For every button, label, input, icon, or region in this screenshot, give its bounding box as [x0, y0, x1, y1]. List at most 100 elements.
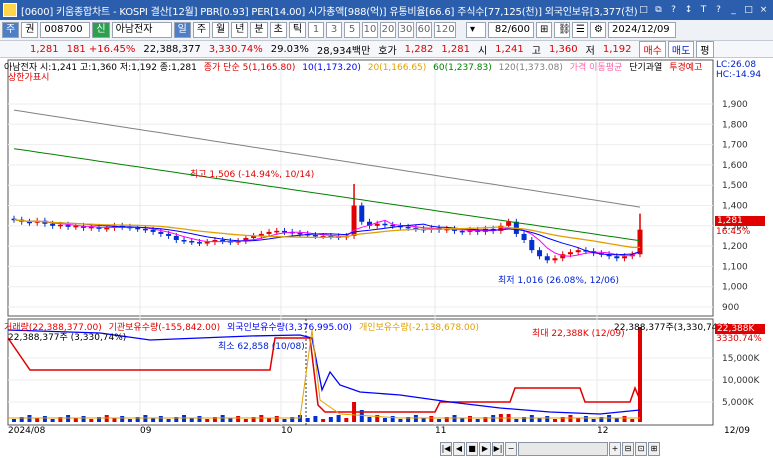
window-buttons: □ ⧉ ? ↕ T ? _ □ × — [637, 4, 770, 17]
candle-body — [622, 256, 628, 259]
code-input[interactable]: 008700 — [40, 22, 91, 38]
dropdown-icon[interactable]: ▾ — [466, 22, 487, 38]
prev-icon[interactable]: ◀ — [453, 442, 465, 456]
volume-bar — [197, 416, 202, 422]
minute-20[interactable]: 20 — [380, 22, 397, 38]
low-label: 저 — [585, 45, 595, 57]
candle-body — [135, 227, 141, 230]
minute-10[interactable]: 10 — [362, 22, 379, 38]
tab-second[interactable]: 초 — [269, 22, 287, 38]
candle-body — [312, 234, 318, 237]
restore-icon[interactable]: □ — [637, 4, 650, 17]
high-label: 고 — [531, 45, 541, 57]
date-input[interactable]: 2024/12/09 — [608, 22, 677, 38]
price-tick-label: 1,200 — [722, 242, 748, 252]
minute-60[interactable]: 60 — [416, 22, 433, 38]
gear-icon[interactable]: ⚙ — [590, 22, 607, 38]
low-price: 1,192 — [602, 43, 632, 55]
text-icon[interactable]: T — [697, 4, 710, 17]
candle-body — [281, 230, 287, 233]
minute-30[interactable]: 30 — [398, 22, 415, 38]
legend-individual: 개인보유수량(-2,138,678.00) — [358, 323, 480, 333]
first-icon[interactable]: |◀ — [440, 442, 452, 456]
price-tick-label: 1,100 — [722, 262, 748, 272]
x-label-oct: 10 — [281, 426, 293, 436]
stock-name-field[interactable]: 아남전자 — [111, 22, 172, 38]
sell-button[interactable]: 매도 — [667, 40, 695, 58]
min-annotation: 최소 62,858 (10/08) — [218, 342, 305, 352]
candle-body — [266, 231, 272, 234]
fit-icon[interactable]: ⊟ — [622, 442, 634, 456]
zoom-out-icon[interactable]: − — [505, 442, 517, 456]
buy-button[interactable]: 매수 — [639, 40, 666, 58]
ask-label: 호가 — [378, 45, 397, 57]
minute-5[interactable]: 5 — [344, 22, 361, 38]
candle-body — [173, 235, 179, 241]
tab-stock[interactable]: 주 — [2, 22, 20, 38]
candle-body — [382, 223, 388, 226]
candle-body — [204, 242, 210, 244]
high-annotation: 최고 1,506 (-14.94%, 10/14) — [190, 170, 315, 180]
tab-tick[interactable]: 틱 — [288, 22, 307, 38]
expand-icon[interactable]: ⊞ — [648, 442, 660, 456]
volume-bar — [398, 419, 403, 422]
candle-body — [506, 221, 512, 226]
volume-bar — [344, 418, 349, 422]
candle-body — [567, 252, 573, 255]
volume-bar — [166, 419, 171, 422]
help-icon[interactable]: ? — [667, 4, 680, 17]
y-axis-ticks: 1,9001,8001,7001,6001,5001,4001,3001,200… — [722, 100, 760, 408]
stop-icon[interactable]: ■ — [466, 442, 478, 456]
volume-bar — [189, 418, 194, 422]
minute-1[interactable]: 1 — [308, 22, 325, 38]
candle-body — [374, 223, 380, 226]
tab-day[interactable]: 일 — [173, 22, 191, 38]
candle-body — [405, 226, 411, 229]
volume-bar — [545, 416, 550, 422]
tab-month[interactable]: 월 — [212, 22, 230, 38]
maximize-button[interactable]: □ — [742, 4, 755, 17]
tab-year[interactable]: 년 — [231, 22, 249, 38]
tab-minute[interactable]: 분 — [250, 22, 268, 38]
legend-ma120: 120(1,373.08) — [498, 63, 563, 73]
volume-pct-tag: 3330.74% — [716, 334, 762, 344]
bid-price: 1,282 — [404, 43, 434, 55]
zoom-slider[interactable] — [518, 442, 608, 456]
split-icon[interactable]: ⊡ — [635, 442, 647, 456]
resize-icon[interactable]: ↕ — [682, 4, 695, 17]
minute-120[interactable]: 120 — [434, 22, 457, 38]
last-icon[interactable]: ▶| — [492, 442, 504, 456]
tile-icon[interactable]: ⧉ — [652, 4, 665, 17]
question-icon[interactable]: ? — [712, 4, 725, 17]
legend-price-ma: 가격 이동평균 — [569, 63, 623, 73]
price-tick-label: 1,800 — [722, 120, 748, 130]
next-icon[interactable]: ▶ — [479, 442, 491, 456]
zoom-icon[interactable]: ⊞ — [536, 22, 553, 38]
volume-bar — [120, 416, 125, 422]
evaluate-button[interactable]: 평 — [696, 40, 714, 58]
hc-label: HC:-14.94 — [716, 70, 762, 80]
candle-body — [459, 230, 465, 233]
price-change: 181 +16.45% — [66, 43, 136, 55]
count-field[interactable]: 82/600 — [488, 22, 535, 38]
candle-body — [50, 223, 56, 226]
price-tick-label: 1,000 — [722, 283, 748, 293]
legend-overheat: 단기과열 — [629, 63, 663, 73]
minimize-button[interactable]: _ — [727, 4, 740, 17]
link-icon[interactable]: ⛓ — [554, 22, 571, 38]
minute-3[interactable]: 3 — [326, 22, 343, 38]
volume-bar — [151, 418, 156, 422]
close-button[interactable]: × — [757, 4, 770, 17]
chart-toolbar: 주 권 008700 신 아남전자 일 주 월 년 분 초 틱 1 3 5 10… — [0, 20, 773, 41]
candle-body — [196, 242, 202, 244]
stock-chart[interactable]: 1,9001,8001,7001,6001,5001,4001,3001,200… — [0, 59, 773, 443]
high-price: 1,360 — [549, 43, 578, 55]
volume-sub-note: 22,388,377주 (3,330,74%) — [8, 333, 127, 343]
volume-bar — [112, 418, 117, 422]
list-icon[interactable]: ☰ — [572, 22, 589, 38]
tab-right[interactable]: 권 — [21, 22, 39, 38]
candle-body — [142, 228, 148, 231]
tab-week[interactable]: 주 — [192, 22, 211, 38]
volume-bar — [313, 416, 318, 422]
zoom-in-icon[interactable]: + — [609, 442, 621, 456]
